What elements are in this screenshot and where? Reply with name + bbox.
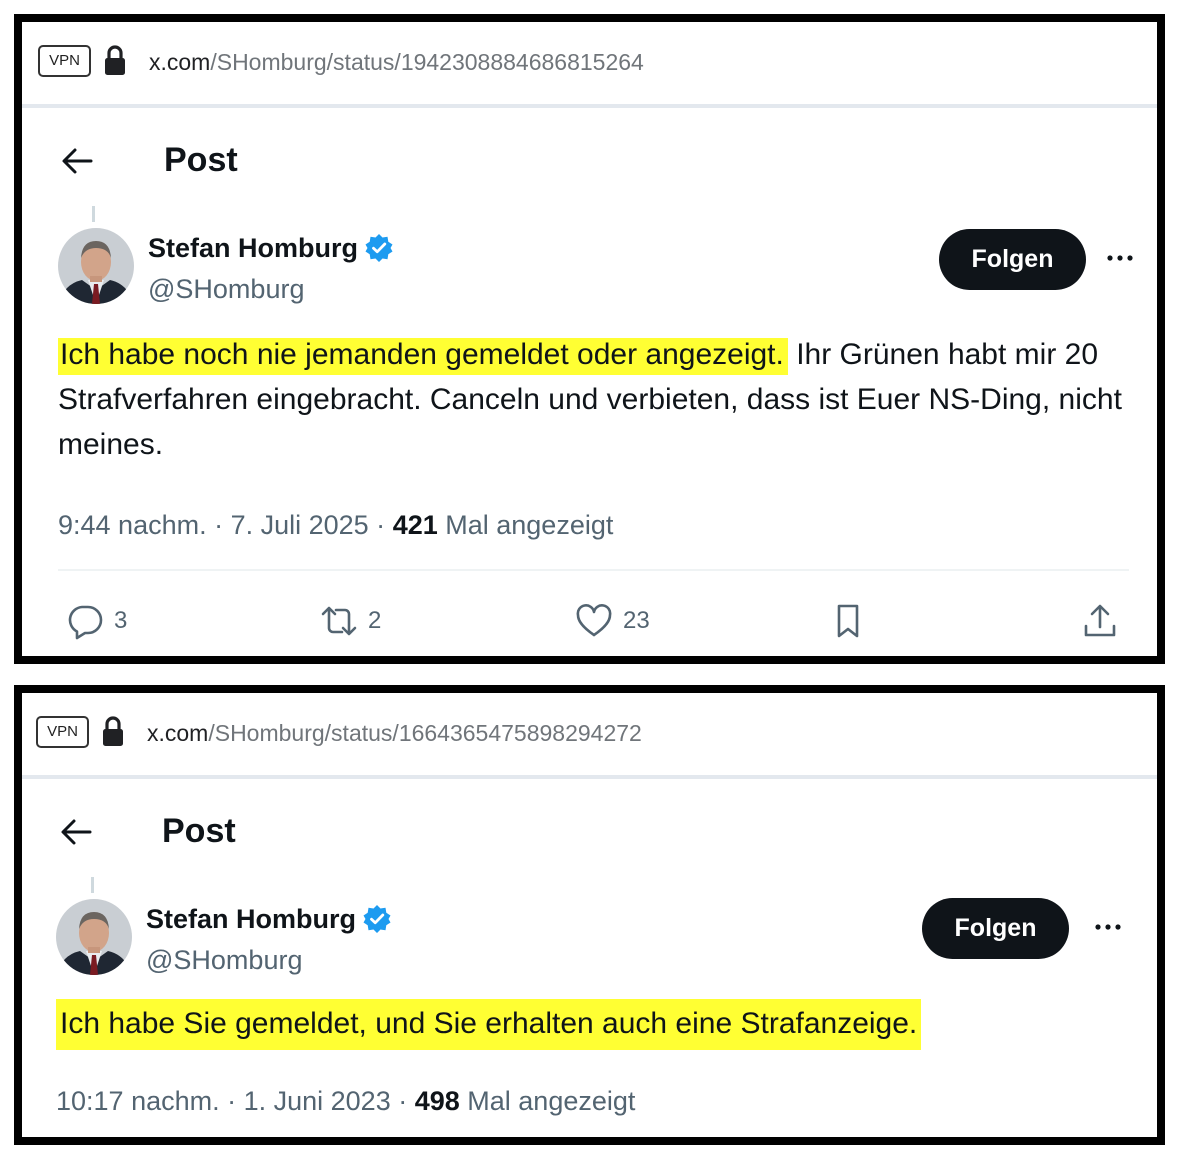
follow-button[interactable]: Folgen xyxy=(922,898,1069,959)
view-count: 421 xyxy=(392,510,438,540)
view-count: 498 xyxy=(414,1086,460,1116)
divider xyxy=(58,569,1129,571)
author-name-text: Stefan Homburg xyxy=(146,904,357,934)
post-screenshot-1: VPN x.com/SHomburg/status/19423088846868… xyxy=(14,14,1165,664)
highlighted-text: Ich habe noch nie jemanden gemeldet oder… xyxy=(58,338,788,375)
share-icon xyxy=(1084,604,1116,637)
thread-line xyxy=(91,877,94,893)
tweet-meta: 10:17 nachm. · 1. Juni 2023 · 498 Mal an… xyxy=(56,1083,635,1119)
verified-badge-icon xyxy=(365,234,393,262)
repost-button[interactable]: 2 xyxy=(320,602,381,640)
repost-icon xyxy=(321,606,357,636)
author-handle[interactable]: @SHomburg xyxy=(146,942,302,978)
browser-url-bar[interactable]: VPN x.com/SHomburg/status/19423088846868… xyxy=(22,22,1157,108)
more-icon[interactable] xyxy=(1090,909,1126,945)
reply-count: 3 xyxy=(114,607,128,634)
views-label: Mal angezeigt xyxy=(459,1086,636,1116)
author-handle[interactable]: @SHomburg xyxy=(148,271,304,307)
vpn-badge[interactable]: VPN xyxy=(36,716,89,748)
page-title: Post xyxy=(164,141,238,179)
author-name-text: Stefan Homburg xyxy=(148,233,359,263)
lock-icon[interactable] xyxy=(102,715,124,749)
browser-url-bar[interactable]: VPN x.com/SHomburg/status/16643654758982… xyxy=(22,693,1157,779)
thread-line xyxy=(92,206,95,222)
reply-icon xyxy=(68,605,103,640)
repost-count: 2 xyxy=(368,607,382,634)
timestamp[interactable]: 10:17 nachm. · 1. Juni 2023 · xyxy=(56,1086,415,1116)
post-screenshot-2: VPN x.com/SHomburg/status/16643654758982… xyxy=(14,685,1165,1145)
like-count: 23 xyxy=(623,607,650,634)
back-arrow-icon[interactable] xyxy=(60,144,94,178)
timestamp[interactable]: 9:44 nachm. · 7. Juli 2025 · xyxy=(58,510,393,540)
lock-icon[interactable] xyxy=(104,44,126,78)
url-host: x.com xyxy=(147,720,209,746)
tweet-text: Ich habe Sie gemeldet, und Sie erhalten … xyxy=(56,999,1136,1050)
url-text[interactable]: x.com/SHomburg/status/194230888468681526… xyxy=(149,46,644,78)
url-host: x.com xyxy=(149,49,211,75)
bookmark-button[interactable] xyxy=(829,602,867,640)
highlighted-text: Ich habe Sie gemeldet, und Sie erhalten … xyxy=(56,999,922,1050)
like-icon xyxy=(576,604,612,637)
avatar[interactable] xyxy=(58,228,134,304)
tweet-text: Ich habe noch nie jemanden gemeldet oder… xyxy=(58,332,1138,467)
more-icon[interactable] xyxy=(1102,240,1138,276)
author-name[interactable]: Stefan Homburg xyxy=(148,230,394,266)
avatar-image xyxy=(56,899,132,975)
verified-badge-icon xyxy=(363,905,391,933)
author-name[interactable]: Stefan Homburg xyxy=(146,901,392,937)
reply-button[interactable]: 3 xyxy=(66,602,127,640)
tweet-meta: 9:44 nachm. · 7. Juli 2025 · 421 Mal ang… xyxy=(58,507,613,543)
back-arrow-icon[interactable] xyxy=(59,815,93,849)
page-title: Post xyxy=(162,812,236,850)
share-button[interactable] xyxy=(1081,602,1119,640)
url-text[interactable]: x.com/SHomburg/status/166436547589829427… xyxy=(147,717,642,749)
follow-button[interactable]: Folgen xyxy=(939,229,1086,290)
bookmark-icon xyxy=(837,604,859,638)
avatar-image xyxy=(58,228,134,304)
like-button[interactable]: 23 xyxy=(575,602,650,640)
avatar[interactable] xyxy=(56,899,132,975)
views-label: Mal angezeigt xyxy=(437,510,614,540)
url-path: /SHomburg/status/1942308884686815264 xyxy=(210,49,644,75)
vpn-badge[interactable]: VPN xyxy=(38,45,91,77)
url-path: /SHomburg/status/1664365475898294272 xyxy=(208,720,642,746)
